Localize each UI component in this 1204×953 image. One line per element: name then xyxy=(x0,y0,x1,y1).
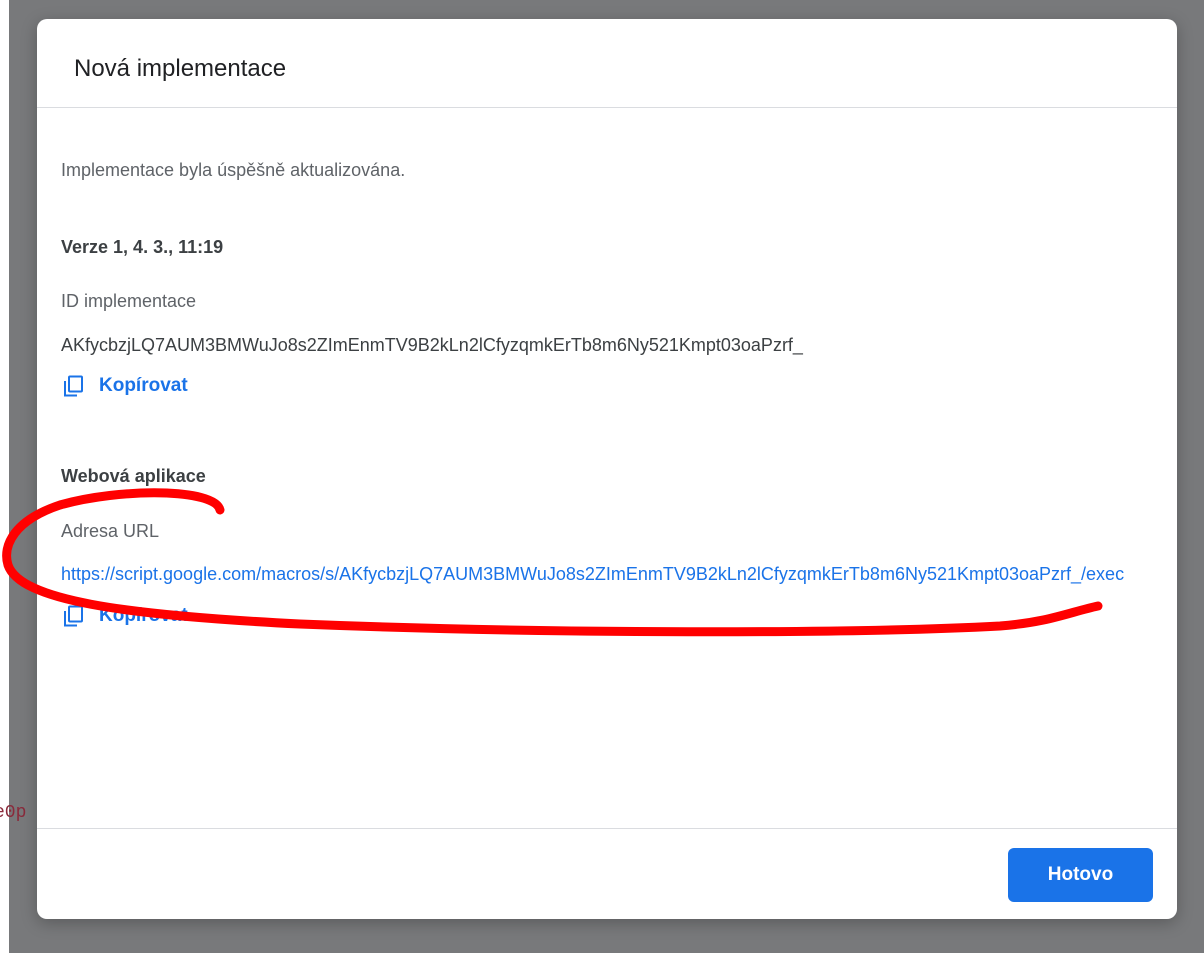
copy-icon xyxy=(64,375,83,397)
copy-url-button[interactable]: Kopírovat xyxy=(61,601,188,631)
copy-label: Kopírovat xyxy=(99,605,188,626)
done-button[interactable]: Hotovo xyxy=(1008,848,1153,902)
copy-icon xyxy=(64,605,83,627)
webapp-heading: Webová aplikace xyxy=(61,466,206,486)
dialog-header: Nová implementace xyxy=(37,19,1177,108)
copy-label: Kopírovat xyxy=(99,375,188,396)
deployment-id-label: ID implementace xyxy=(61,291,197,311)
background-text-fragment: e0p xyxy=(0,803,27,823)
deployment-id-value[interactable]: AKfycbzjLQ7AUM3BMWuJo8s2ZImEnmTV9B2kLn2l… xyxy=(61,333,803,357)
copy-deployment-id-button[interactable]: Kopírovat xyxy=(61,371,188,401)
dialog-footer: Hotovo xyxy=(37,828,1177,919)
url-label: Adresa URL xyxy=(61,521,160,541)
status-message: Implementace byla úspěšně aktualizována. xyxy=(61,160,406,180)
webapp-url-link[interactable]: https://script.google.com/macros/s/AKfyc… xyxy=(61,562,1147,586)
new-deployment-dialog: Nová implementace Implementace byla úspě… xyxy=(37,19,1177,919)
version-heading: Verze 1, 4. 3., 11:19 xyxy=(61,237,224,257)
dialog-title: Nová implementace xyxy=(74,55,287,82)
